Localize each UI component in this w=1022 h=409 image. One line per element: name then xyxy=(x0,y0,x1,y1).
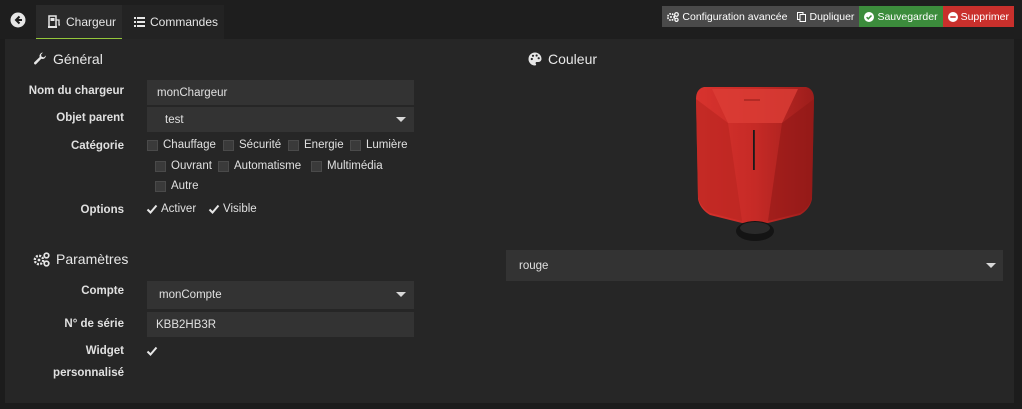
checkbox[interactable] xyxy=(155,180,166,192)
delete-label: Supprimer xyxy=(960,10,1009,23)
color-section-title: Couleur xyxy=(528,51,597,67)
color-select[interactable]: rouge xyxy=(506,250,1003,281)
name-field-value: monChargeur xyxy=(157,86,228,99)
widget-checkbox[interactable] xyxy=(146,345,161,357)
charger-icon xyxy=(48,15,61,28)
category-chauffage[interactable]: Chauffage xyxy=(147,139,216,151)
checkbox[interactable] xyxy=(311,160,322,172)
back-arrow-icon[interactable] xyxy=(10,12,26,28)
checkbox[interactable] xyxy=(288,139,299,151)
serial-field-value: KBB2HB3R xyxy=(156,318,217,331)
category-lumiere-label: Lumière xyxy=(366,139,408,151)
checkbox[interactable] xyxy=(218,160,229,172)
delete-button[interactable]: Supprimer xyxy=(942,6,1014,27)
color-select-value: rouge xyxy=(519,259,549,272)
color-title-text: Couleur xyxy=(548,51,598,67)
chevron-down-icon xyxy=(986,263,996,268)
palette-icon xyxy=(528,52,542,66)
general-section-title: Général xyxy=(33,51,103,67)
category-securite[interactable]: Sécurité xyxy=(223,139,281,151)
chevron-down-icon xyxy=(396,117,406,122)
charger-image xyxy=(696,87,814,241)
checkbox[interactable] xyxy=(350,139,361,151)
duplicate-button[interactable]: Dupliquer xyxy=(792,6,860,27)
tab-commandes[interactable]: Commandes xyxy=(122,5,224,39)
category-chauffage-label: Chauffage xyxy=(163,139,216,151)
account-select-value: monCompte xyxy=(159,289,222,301)
chevron-down-icon xyxy=(396,292,406,297)
name-label: Nom du chargeur xyxy=(28,85,124,97)
checkbox[interactable] xyxy=(147,139,158,151)
category-automatisme[interactable]: Automatisme xyxy=(218,160,301,172)
category-label: Catégorie xyxy=(70,140,124,152)
parent-label: Objet parent xyxy=(56,112,124,124)
category-securite-label: Sécurité xyxy=(239,139,282,151)
widget-label: Widget xyxy=(85,345,124,357)
options-label: Options xyxy=(80,204,124,216)
check-icon[interactable] xyxy=(146,345,158,357)
name-field[interactable]: monChargeur xyxy=(147,80,414,105)
save-button[interactable]: Sauvegarder xyxy=(859,6,943,27)
duplicate-label: Dupliquer xyxy=(809,10,855,23)
serial-label: N° de série xyxy=(64,318,124,330)
category-lumiere[interactable]: Lumière xyxy=(350,139,408,151)
cogs-icon xyxy=(667,11,680,22)
category-energie-label: Energie xyxy=(304,139,344,151)
checkbox[interactable] xyxy=(223,139,234,151)
tab-commandes-label: Commandes xyxy=(150,15,219,29)
category-autre-label: Autre xyxy=(171,180,199,192)
minus-circle-icon xyxy=(947,11,958,22)
top-bar: Chargeur Commandes Configuration avancée… xyxy=(0,0,1022,39)
wrench-icon xyxy=(33,52,47,66)
serial-field[interactable]: KBB2HB3R xyxy=(147,312,414,337)
category-automatisme-label: Automatisme xyxy=(234,160,302,172)
option-visible[interactable]: Visible xyxy=(208,203,257,215)
copy-icon xyxy=(797,11,807,22)
category-multimedia-label: Multimédia xyxy=(327,160,383,172)
advanced-config-label: Configuration avancée xyxy=(682,10,788,23)
parent-select-value: test xyxy=(165,113,184,126)
save-label: Sauvegarder xyxy=(877,10,938,23)
tab-chargeur[interactable]: Chargeur xyxy=(36,5,122,39)
check-icon[interactable] xyxy=(146,203,158,215)
check-icon[interactable] xyxy=(208,203,220,215)
action-toolbar: Configuration avancée Dupliquer Sauvegar… xyxy=(662,6,1014,27)
tab-chargeur-label: Chargeur xyxy=(66,14,117,29)
checkbox[interactable] xyxy=(155,160,166,172)
check-circle-icon xyxy=(864,11,875,22)
option-activer-label: Activer xyxy=(161,203,197,215)
params-section-title: Paramètres xyxy=(33,251,128,267)
category-ouvrant-label: Ouvrant xyxy=(171,160,212,172)
category-autre[interactable]: Autre xyxy=(155,180,199,192)
category-ouvrant[interactable]: Ouvrant xyxy=(155,160,212,172)
category-energie[interactable]: Energie xyxy=(288,139,344,151)
parent-select[interactable]: test xyxy=(147,107,414,132)
category-multimedia[interactable]: Multimédia xyxy=(311,160,383,172)
params-title-text: Paramètres xyxy=(56,251,129,267)
option-activer[interactable]: Activer xyxy=(146,203,196,215)
list-icon xyxy=(134,17,145,27)
advanced-config-button[interactable]: Configuration avancée xyxy=(662,6,793,27)
widget-label-line2: personnalisé xyxy=(53,367,124,379)
cogs-icon xyxy=(33,251,50,267)
general-title-text: Général xyxy=(53,51,103,67)
account-label: Compte xyxy=(81,285,124,297)
account-select[interactable]: monCompte xyxy=(147,281,414,309)
option-visible-label: Visible xyxy=(223,203,257,215)
